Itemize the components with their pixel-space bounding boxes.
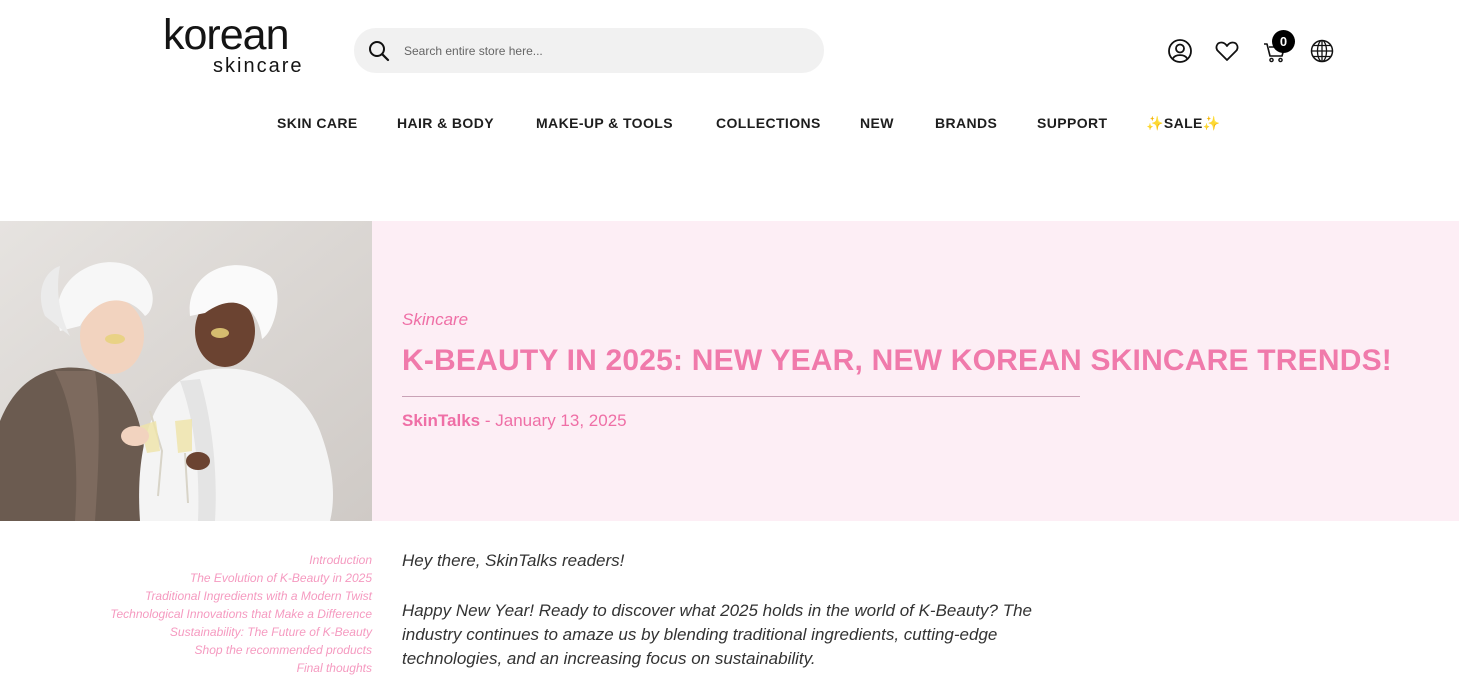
toc-item[interactable]: The Evolution of K-Beauty in 2025: [40, 569, 372, 587]
article-byline: SkinTalks - January 13, 2025: [402, 411, 627, 431]
nav-sale[interactable]: ✨SALE✨: [1146, 115, 1221, 132]
heart-icon[interactable]: [1214, 38, 1240, 64]
hero-image: [0, 221, 372, 521]
nav-makeup-tools[interactable]: MAKE-UP & TOOLS: [536, 115, 673, 131]
nav-brands[interactable]: BRANDS: [935, 115, 997, 131]
nav-support[interactable]: SUPPORT: [1037, 115, 1107, 131]
search-bar[interactable]: [354, 28, 824, 73]
toc-item[interactable]: Traditional Ingredients with a Modern Tw…: [40, 587, 372, 605]
byline-separator: -: [480, 411, 496, 430]
toc-item[interactable]: Shop the recommended products: [40, 641, 372, 659]
title-divider: [402, 396, 1080, 397]
article-date: January 13, 2025: [495, 411, 627, 430]
logo-sub-text: skincare: [213, 55, 304, 77]
article-author[interactable]: SkinTalks: [402, 411, 480, 430]
nav-hair-body[interactable]: HAIR & BODY: [397, 115, 494, 131]
toc-item[interactable]: Final thoughts: [40, 659, 372, 677]
article-category[interactable]: Skincare: [402, 310, 468, 330]
globe-icon[interactable]: [1309, 38, 1335, 64]
site-logo[interactable]: korean skincare: [163, 11, 315, 77]
article-greeting: Hey there, SkinTalks readers!: [402, 551, 625, 570]
toc-item[interactable]: Technological Innovations that Make a Di…: [40, 605, 372, 623]
toc-item[interactable]: Sustainability: The Future of K-Beauty: [40, 623, 372, 641]
cart-count-badge: 0: [1272, 30, 1295, 53]
search-input[interactable]: [404, 28, 804, 73]
logo-main-text: korean: [163, 11, 289, 59]
account-icon[interactable]: [1167, 38, 1193, 64]
table-of-contents: Introduction The Evolution of K-Beauty i…: [40, 551, 372, 677]
nav-new[interactable]: NEW: [860, 115, 894, 131]
nav-skin-care[interactable]: SKIN CARE: [277, 115, 358, 131]
article-title: K-BEAUTY IN 2025: NEW YEAR, NEW KOREAN S…: [402, 344, 1392, 377]
hero-photo-illustration: [0, 221, 372, 521]
article-intro-paragraph: Happy New Year! Ready to discover what 2…: [402, 601, 1032, 668]
nav-collections[interactable]: COLLECTIONS: [716, 115, 821, 131]
toc-item[interactable]: Introduction: [40, 551, 372, 569]
search-icon[interactable]: [367, 39, 391, 63]
